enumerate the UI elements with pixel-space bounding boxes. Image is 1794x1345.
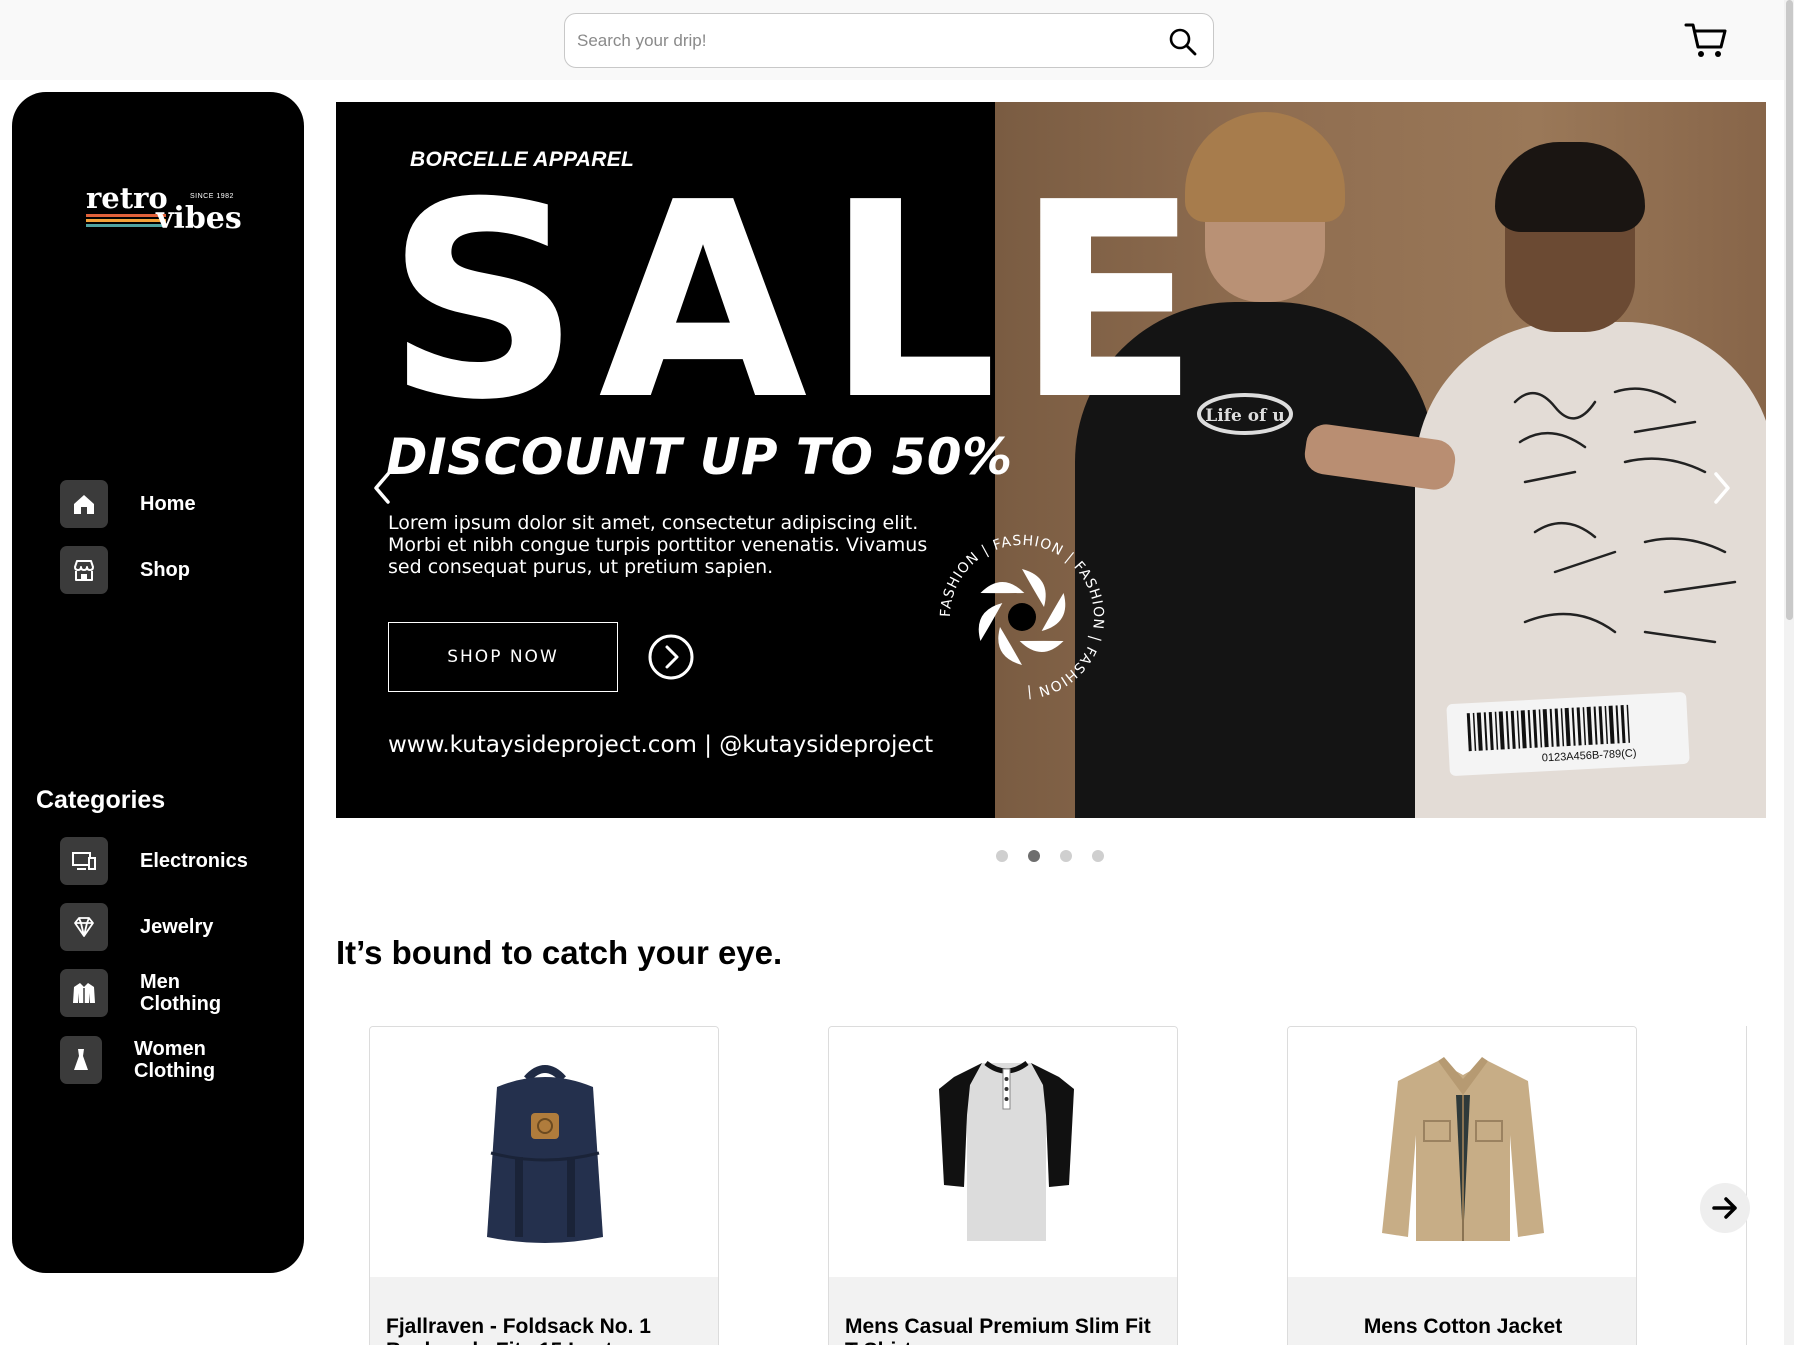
carousel-dot[interactable] — [1060, 850, 1072, 862]
category-label: Jewelry — [140, 916, 214, 938]
sidebar-item-home[interactable]: Home — [60, 480, 290, 528]
app: retro SINCE 1982 vibes Home Shop Categor… — [0, 0, 1794, 1345]
svg-text:vibes: vibes — [155, 201, 242, 236]
retro-vibes-logo[interactable]: retro SINCE 1982 vibes — [84, 180, 259, 240]
category-label: Electronics — [140, 850, 248, 872]
man-hair — [1495, 142, 1645, 232]
section-title: It’s bound to catch your eye. — [336, 934, 783, 971]
category-label: Women Clothing — [134, 1038, 216, 1082]
product-image — [1288, 1027, 1636, 1277]
svg-text:0123A456B-789(C): 0123A456B-789(C) — [1542, 747, 1637, 764]
banner-description: Lorem ipsum dolor sit amet, consectetur … — [388, 512, 928, 578]
backpack-image — [487, 1065, 603, 1243]
jacket-image — [1382, 1057, 1544, 1241]
store-icon — [60, 546, 108, 594]
product-card[interactable]: Mens Casual Premium Slim Fit T-Shirts — [828, 1026, 1178, 1345]
fashion-badge: FASHION | FASHION | FASHION | FASHION | — [938, 533, 1105, 701]
hero-banner[interactable]: Life of u BORCELLE APPAREL SALE DISCOUNT… — [336, 102, 1766, 818]
product-image — [370, 1027, 718, 1277]
devices-icon — [60, 837, 108, 885]
carousel-dots — [996, 850, 1106, 864]
carousel-dot[interactable] — [996, 850, 1008, 862]
search-input[interactable] — [577, 22, 1137, 59]
barcode-tag: 0123A456B-789(C) — [1446, 691, 1690, 777]
product-card[interactable]: Mens Cotton Jacket — [1287, 1026, 1637, 1345]
sidebar-item-label: Shop — [140, 559, 190, 581]
arrow-right-icon[interactable] — [1700, 1183, 1750, 1233]
search-box[interactable] — [564, 13, 1214, 68]
banner-url: www.kutaysideproject.com | @kutaysidepro… — [388, 732, 934, 758]
scrollbar-thumb[interactable] — [1786, 0, 1793, 620]
chevron-right-icon[interactable] — [1706, 466, 1738, 510]
category-women-clothing[interactable]: Women Clothing — [60, 1036, 290, 1084]
search-icon[interactable] — [1167, 26, 1199, 58]
carousel-dot-active[interactable] — [1028, 850, 1040, 862]
sidebar-item-label: Home — [140, 493, 196, 515]
category-men-clothing[interactable]: Men Clothing — [60, 969, 290, 1017]
cart-icon[interactable] — [1684, 20, 1728, 60]
home-icon — [60, 480, 108, 528]
sidebar: retro SINCE 1982 vibes Home Shop Categor… — [12, 92, 304, 1273]
tshirt-image — [939, 1060, 1074, 1241]
carousel-dot[interactable] — [1092, 850, 1104, 862]
jacket-icon — [60, 969, 108, 1017]
product-title[interactable]: Fjallraven - Foldsack No. 1 Backpack, Fi… — [386, 1315, 704, 1345]
category-jewelry[interactable]: Jewelry — [60, 903, 290, 951]
shop-now-button[interactable]: SHOP NOW — [388, 622, 618, 692]
diamond-icon — [60, 903, 108, 951]
chevron-left-icon[interactable] — [366, 466, 398, 510]
top-bar — [0, 0, 1784, 80]
product-card-partial[interactable] — [1746, 1026, 1766, 1345]
shirt-scribbles — [1513, 387, 1737, 644]
category-label: Men Clothing — [140, 971, 222, 1015]
product-image — [829, 1027, 1177, 1277]
product-title[interactable]: Mens Cotton Jacket — [1304, 1315, 1622, 1339]
svg-text:SINCE 1982: SINCE 1982 — [190, 193, 234, 200]
circle-arrow-icon[interactable] — [647, 633, 695, 681]
discount-text: DISCOUNT UP TO 50% — [386, 428, 1013, 486]
dress-icon — [60, 1036, 102, 1084]
category-electronics[interactable]: Electronics — [60, 837, 290, 885]
categories-heading: Categories — [36, 786, 166, 814]
sidebar-item-shop[interactable]: Shop — [60, 546, 290, 594]
product-title[interactable]: Mens Casual Premium Slim Fit T-Shirts — [845, 1315, 1163, 1345]
sale-headline: SALE — [386, 144, 1218, 459]
product-card[interactable]: Fjallraven - Foldsack No. 1 Backpack, Fi… — [369, 1026, 719, 1345]
